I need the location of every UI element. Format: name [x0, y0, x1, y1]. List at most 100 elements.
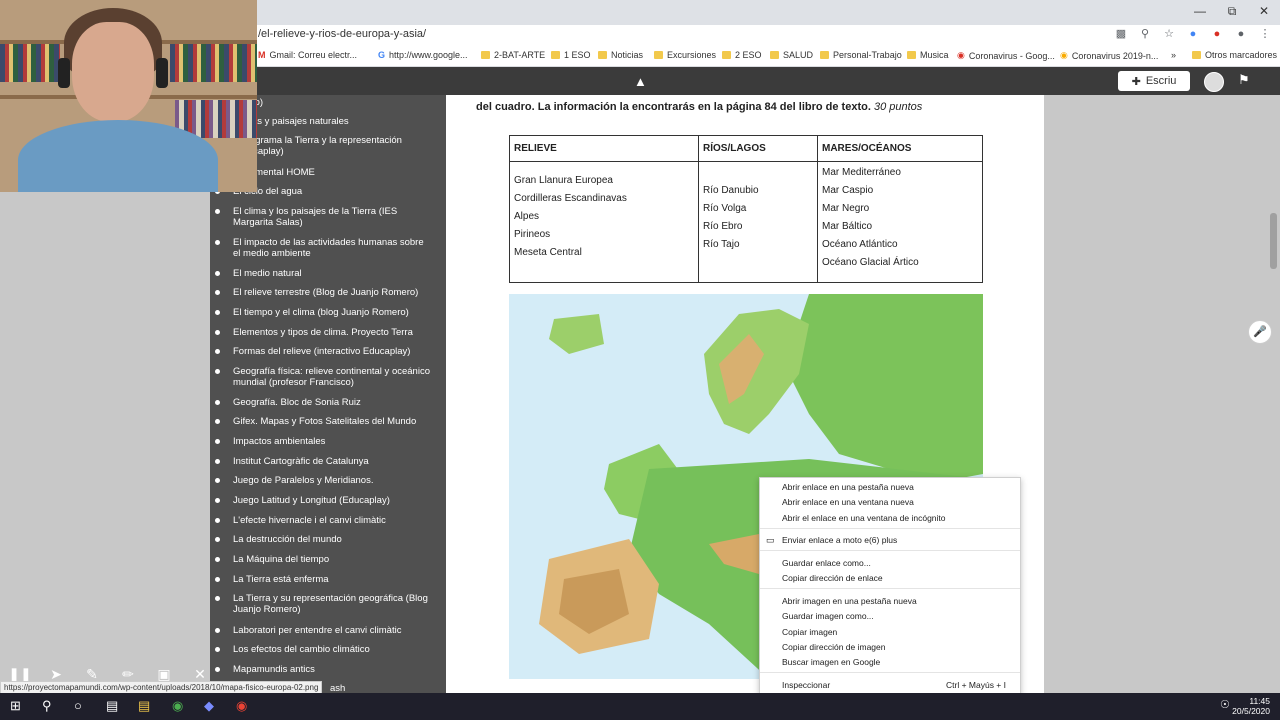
menu-item-copy-image[interactable]: Copiar imagen	[782, 627, 837, 637]
sidebar-link[interactable]: Geografía. Bloc de Sonia Ruiz	[215, 397, 433, 408]
extension-icon[interactable]: ●	[1210, 27, 1224, 41]
menu-item-search-image-google[interactable]: Buscar imagen en Google	[782, 657, 880, 667]
scrollbar-thumb[interactable]	[1270, 213, 1277, 269]
bookmark-item[interactable]: Personal-Trabajo	[820, 50, 902, 60]
menu-item-send-link-device[interactable]: Enviar enlace a moto e(6) plus	[782, 535, 897, 545]
bullet-icon	[215, 647, 220, 652]
mic-icon[interactable]: ●	[1186, 27, 1200, 41]
sidebar-link[interactable]: Los efectos del cambio climático	[215, 644, 433, 655]
restore-icon[interactable]: ⧉	[1216, 0, 1248, 22]
sidebar-link[interactable]: Documental HOME	[215, 167, 433, 178]
sidebar-link[interactable]: ash	[330, 683, 446, 693]
menu-item-copy-image-address[interactable]: Copiar dirección de imagen	[782, 642, 885, 652]
profile-icon[interactable]: ●	[1234, 27, 1248, 41]
bookmark-item[interactable]: ◉ Coronavirus - Goog...	[957, 50, 1055, 61]
voice-search-icon[interactable]: 🎤	[1248, 320, 1272, 344]
task-view-icon[interactable]: ▤	[106, 698, 118, 714]
sidebar-link[interactable]: Elementos y tipos de clima. Proyecto Ter…	[215, 327, 443, 338]
sidebar-link-label: Mapamundis antics	[233, 664, 315, 675]
bookmark-item[interactable]: M Gmail: Correu electr...	[258, 50, 357, 60]
sidebar-link[interactable]: Institut Cartogràfic de Catalunya	[215, 456, 433, 467]
windows-start-icon[interactable]: ⊞	[10, 698, 21, 714]
app-icon[interactable]: ◆	[204, 698, 214, 714]
bookmark-item[interactable]: Ghttp://www.google...	[378, 50, 468, 60]
menu-item-copy-link-address[interactable]: Copiar dirección de enlace	[782, 573, 883, 583]
sidebar-link[interactable]: Crucigrama la Tierra y la representación…	[215, 135, 433, 157]
pointer-icon[interactable]: ➤	[44, 666, 68, 683]
bookmark-item[interactable]: Excursiones	[654, 50, 716, 60]
sidebar-link[interactable]: La Tierra está enferma	[215, 574, 433, 585]
zoom-icon[interactable]: ⚲	[1138, 27, 1152, 41]
bookmark-item[interactable]: Otros marcadores	[1192, 50, 1277, 60]
chrome-app-icon[interactable]: ◉	[172, 698, 183, 714]
search-icon[interactable]: ⚲	[42, 698, 52, 714]
sidebar-link[interactable]: El relieve terrestre (Blog de Juanjo Rom…	[215, 287, 443, 298]
bookmark-item[interactable]: 2-BAT-ARTE	[481, 50, 545, 60]
bullet-icon	[215, 498, 220, 503]
sidebar-link[interactable]: Impactos ambientales	[215, 436, 433, 447]
webcam-icon[interactable]: ▣	[152, 666, 176, 683]
bookmark-item[interactable]: SALUD	[770, 50, 813, 60]
sidebar-link[interactable]: El tiempo y el clima (blog Juanjo Romero…	[215, 307, 443, 318]
bookmark-label: 2 ESO	[735, 50, 762, 60]
bookmark-item[interactable]: Musica	[907, 50, 949, 60]
sidebar-link[interactable]: El clima y los paisajes de la Tierra (IE…	[215, 206, 433, 228]
menu-item-inspect[interactable]: Inspeccionar	[782, 680, 830, 690]
menu-item-open-link-new-tab[interactable]: Abrir enlace en una pestaña nueva	[782, 482, 914, 492]
minimize-icon[interactable]: —	[1184, 0, 1216, 22]
star-icon[interactable]: ☆	[1162, 27, 1176, 41]
person-shirt	[18, 120, 218, 192]
bookmark-item[interactable]: 2 ESO	[722, 50, 762, 60]
chrome-icon[interactable]: ◉	[236, 698, 247, 714]
pen-icon[interactable]: ✎	[80, 666, 104, 683]
menu-item-save-link-as[interactable]: Guardar enlace como...	[782, 558, 871, 568]
sidebar-link[interactable]: El ciclo del agua	[215, 186, 433, 197]
system-clock[interactable]: 11:45 20/5/2020	[1232, 696, 1270, 716]
avatar[interactable]	[1204, 72, 1224, 92]
sidebar-link-label: Crucigrama la Tierra y la representación…	[233, 135, 402, 157]
bookmark-item[interactable]: ◉ Coronavirus 2019-n...	[1060, 50, 1158, 61]
sidebar-link[interactable]: L'efecte hivernacle i el canvi climàtic	[215, 515, 433, 526]
menu-item-save-image-as[interactable]: Guardar imagen como...	[782, 611, 874, 621]
sidebar-link[interactable]: omero)	[233, 97, 433, 108]
close-recorder-icon[interactable]: ✕	[188, 666, 212, 683]
file-explorer-icon[interactable]: ▤	[138, 698, 150, 714]
camera-icon[interactable]: ▩	[1114, 27, 1128, 41]
menu-icon[interactable]: ⋮	[1258, 27, 1272, 41]
menu-item-open-link-incognito[interactable]: Abrir el enlace en una ventana de incógn…	[782, 513, 946, 523]
sidebar-link[interactable]: Juego Latitud y Longitud (Educaplay)	[215, 495, 433, 506]
sidebar-link[interactable]: Laboratori per entendre el canvi climàti…	[215, 625, 433, 636]
sidebar-link[interactable]: Formas del relieve (interactivo Educapla…	[215, 346, 443, 357]
bullet-icon	[215, 290, 220, 295]
sidebar-link[interactable]: El impacto de las actividades humanas so…	[215, 237, 433, 259]
sidebar-link[interactable]: Geografía física: relieve continental y …	[215, 366, 433, 388]
bookmark-item[interactable]: 1 ESO	[551, 50, 591, 60]
network-icon[interactable]: ☉	[1220, 698, 1230, 711]
bookmark-item[interactable]: Noticias	[598, 50, 643, 60]
write-button[interactable]: ✚ Escriu	[1118, 71, 1190, 91]
sidebar-link[interactable]: Gifex. Mapas y Fotos Satelitales del Mun…	[215, 416, 443, 427]
close-icon[interactable]: ✕	[1248, 0, 1280, 22]
cortana-icon[interactable]: ○	[74, 698, 82, 713]
bookmark-label: Musica	[920, 50, 949, 60]
sidebar-link[interactable]: La Tierra y su representación geográfica…	[215, 593, 433, 615]
sidebar-link[interactable]: La destrucción del mundo	[215, 534, 433, 545]
sidebar-link[interactable]: Climas y paisajes naturales	[215, 116, 433, 127]
scroll-top-icon[interactable]: ▲	[634, 74, 647, 89]
menu-item-open-image-new-tab[interactable]: Abrir imagen en una pestaña nueva	[782, 596, 917, 606]
sidebar-link-label: Geografía física: relieve continental y …	[233, 366, 430, 388]
menu-item-open-link-new-window[interactable]: Abrir enlace en una ventana nueva	[782, 497, 914, 507]
notification-icon[interactable]: ⚑	[1238, 72, 1250, 88]
sidebar-link[interactable]: Juego de Paralelos y Meridianos.	[215, 475, 433, 486]
menu-divider	[760, 528, 1020, 529]
bookmark-label: Noticias	[611, 50, 644, 60]
bookmarks-overflow-button[interactable]: »	[1171, 50, 1176, 60]
sidebar-link[interactable]: Mapamundis antics	[215, 664, 433, 675]
url-text[interactable]: /el-relieve-y-rios-de-europa-y-asia/	[258, 28, 426, 40]
pause-icon[interactable]: ❚❚	[8, 666, 32, 683]
device-icon: ▭	[766, 535, 775, 545]
bookmark-label: Coronavirus - Goog...	[968, 50, 1055, 61]
sidebar-link[interactable]: La Máquina del tiempo	[215, 554, 433, 565]
highlighter-icon[interactable]: ✏	[116, 666, 140, 683]
sidebar-link[interactable]: El medio natural	[215, 268, 433, 279]
